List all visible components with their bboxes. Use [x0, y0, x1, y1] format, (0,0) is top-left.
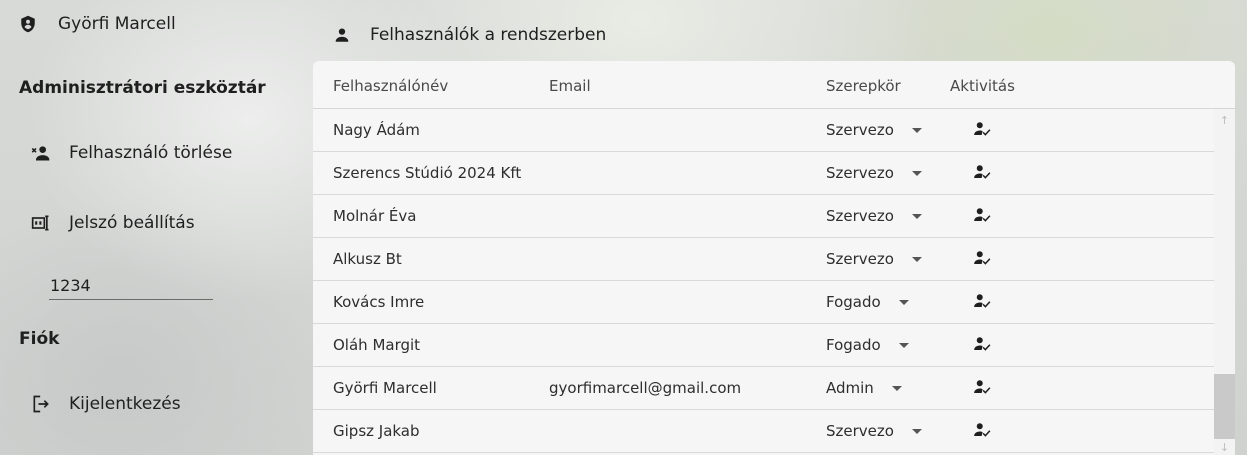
scroll-thumb[interactable]: [1214, 374, 1235, 439]
role-select[interactable]: Szervezo: [826, 250, 922, 268]
current-user: Györfi Marcell: [19, 14, 176, 34]
person-check-icon[interactable]: [973, 163, 991, 181]
person-check-icon[interactable]: [973, 249, 991, 267]
table-row[interactable]: Nagy Ádám Szervezo: [313, 109, 1214, 152]
delete-user-label: Felhasználó törlése: [69, 143, 233, 163]
shield-user-icon: [21, 15, 35, 33]
username-cell: Gipsz Jakab: [333, 422, 420, 440]
role-value: Szervezo: [826, 250, 894, 268]
role-value: Szervezo: [826, 121, 894, 139]
users-table: Felhasználónév Email Szerepkör Aktivitás…: [313, 61, 1235, 455]
table-row[interactable]: Szerencs Stúdió 2024 Kft Szervezo: [313, 152, 1214, 195]
column-header-role[interactable]: Szerepkör: [826, 77, 901, 95]
user-name: Györfi Marcell: [58, 14, 176, 34]
role-value: Fogado: [826, 336, 881, 354]
person-check-icon[interactable]: [973, 378, 991, 396]
table-row[interactable]: Györfi Marcell gyorfimarcell@gmail.com Adm…: [313, 367, 1214, 410]
role-value: Szervezo: [826, 207, 894, 225]
table-row[interactable]: Alkusz Bt Szervezo: [313, 238, 1214, 281]
logout-icon: [33, 395, 49, 413]
chevron-down-icon: [911, 170, 922, 176]
username-cell: Kovács Imre: [333, 293, 425, 311]
username-cell: Nagy Ádám: [333, 121, 420, 139]
sidebar: Györfi Marcell Adminisztrátori eszköztár…: [0, 0, 300, 455]
chevron-down-icon: [911, 428, 922, 434]
set-password-button[interactable]: Jelszó beállítás: [31, 213, 195, 233]
admin-toolbar-title: Adminisztrátori eszköztár: [19, 78, 266, 98]
logout-label: Kijelentkezés: [69, 394, 181, 414]
email-cell: gyorfimarcell@gmail.com: [549, 379, 742, 397]
person-check-icon[interactable]: [973, 421, 991, 439]
table-header: Felhasználónév Email Szerepkör Aktivitás: [313, 61, 1235, 109]
person-remove-icon: [31, 146, 50, 161]
username-cell: Alkusz Bt: [333, 250, 402, 268]
role-select[interactable]: Fogado: [826, 293, 909, 311]
chevron-down-icon: [911, 256, 922, 262]
role-value: Szervezo: [826, 164, 894, 182]
role-select[interactable]: Admin: [826, 379, 902, 397]
page-title: Felhasználók a rendszerben: [370, 25, 607, 45]
role-value: Admin: [826, 379, 874, 397]
users-header: Felhasználók a rendszerben: [333, 25, 606, 45]
role-value: Fogado: [826, 293, 881, 311]
role-select[interactable]: Szervezo: [826, 207, 922, 225]
table-row[interactable]: Oláh Margit Fogado: [313, 324, 1214, 367]
username-cell: Györfi Marcell: [333, 379, 437, 397]
chevron-down-icon: [891, 385, 902, 391]
table-body: Nagy Ádám Szervezo Szerencs Stúdió 2024 Kf…: [313, 109, 1214, 453]
column-header-email[interactable]: Email: [549, 77, 591, 95]
logout-button[interactable]: Kijelentkezés: [31, 394, 181, 414]
username-cell: Oláh Margit: [333, 336, 421, 354]
role-select[interactable]: Fogado: [826, 336, 909, 354]
table-row[interactable]: Molnár Éva Szervezo: [313, 195, 1214, 238]
set-password-label: Jelszó beállítás: [69, 213, 195, 233]
table-row[interactable]: Gipsz Jakab Szervezo: [313, 410, 1214, 453]
table-row[interactable]: Kovács Imre Fogado: [313, 281, 1214, 324]
chevron-down-icon: [911, 127, 922, 133]
delete-user-button[interactable]: Felhasználó törlése: [31, 143, 232, 163]
role-select[interactable]: Szervezo: [826, 422, 922, 440]
account-title: Fiók: [19, 329, 60, 349]
chevron-down-icon: [898, 342, 909, 348]
person-check-icon[interactable]: [973, 292, 991, 310]
username-cell: Molnár Éva: [333, 207, 417, 225]
person-icon: [335, 28, 349, 42]
role-select[interactable]: Szervezo: [826, 121, 922, 139]
column-header-username[interactable]: Felhasználónév: [333, 77, 448, 95]
person-check-icon[interactable]: [973, 335, 991, 353]
chevron-down-icon: [898, 299, 909, 305]
role-value: Szervezo: [826, 422, 894, 440]
person-check-icon[interactable]: [973, 120, 991, 138]
chevron-down-icon: [911, 213, 922, 219]
username-cell: Szerencs Stúdió 2024 Kft: [333, 164, 522, 182]
table-scrollbar[interactable]: ↑ ↓: [1214, 109, 1235, 455]
scroll-down-arrow-icon[interactable]: ↓: [1214, 439, 1235, 455]
person-check-icon[interactable]: [973, 206, 991, 224]
scroll-up-arrow-icon[interactable]: ↑: [1214, 109, 1235, 131]
role-select[interactable]: Szervezo: [826, 164, 922, 182]
password-icon: [31, 215, 49, 231]
password-input[interactable]: [49, 271, 213, 300]
column-header-activity[interactable]: Aktivitás: [950, 77, 1015, 95]
